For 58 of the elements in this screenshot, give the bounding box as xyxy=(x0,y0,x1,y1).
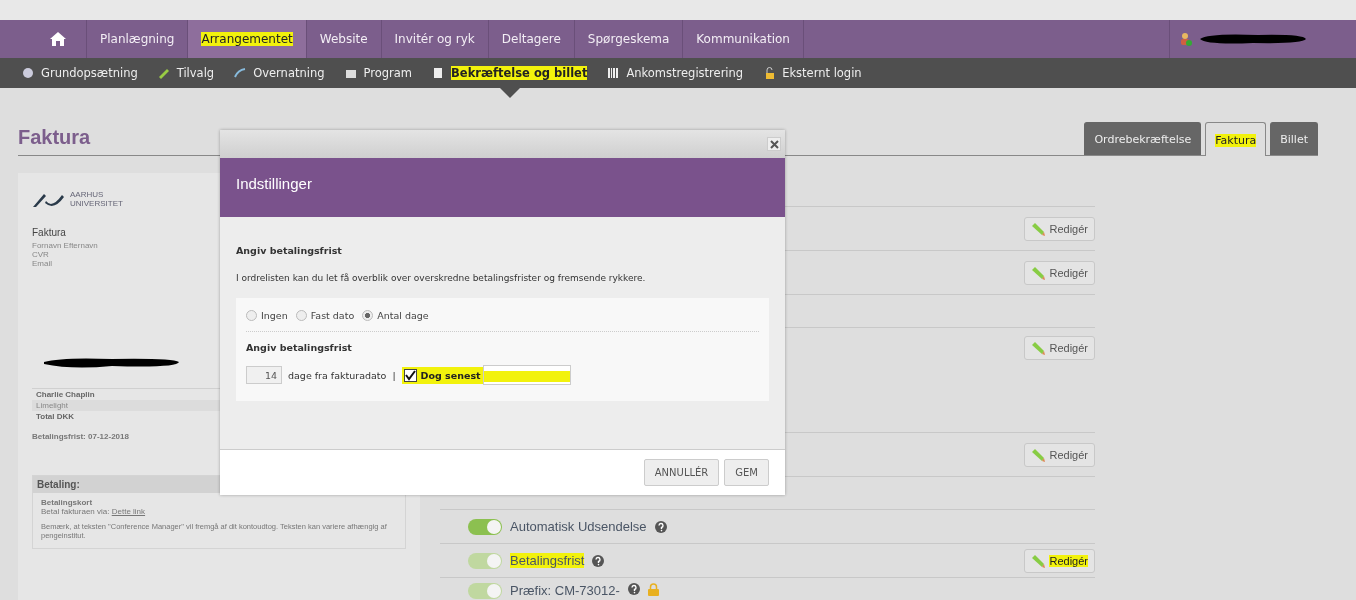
logo-text: AARHUS UNIVERSITET xyxy=(70,191,123,209)
save-button[interactable]: GEM xyxy=(724,459,769,486)
sub-nav-tab[interactable]: Tilvalg xyxy=(157,58,215,88)
edit-button[interactable]: Redigér xyxy=(1024,336,1095,360)
invoice-line: Charlie Chaplin xyxy=(35,389,96,401)
days-field[interactable]: 14 xyxy=(246,366,282,384)
pencil-icon xyxy=(1031,221,1046,236)
section-title: Angiv betalingsfrist xyxy=(236,245,342,256)
pencil-icon xyxy=(157,67,170,79)
payment-method: Betalingskort xyxy=(41,498,93,508)
radio-option[interactable]: Fast dato xyxy=(295,310,355,321)
radio-option[interactable]: Antal dage xyxy=(362,310,429,321)
pencil-icon xyxy=(1031,553,1046,568)
page-title: Faktura xyxy=(18,126,91,149)
customer-field: CVR xyxy=(32,249,49,259)
document-icon xyxy=(432,67,445,79)
latest-checkbox[interactable]: Dog senest xyxy=(401,366,483,384)
toggle-switch[interactable] xyxy=(468,518,502,535)
sub-nav-tab[interactable]: Program xyxy=(344,58,413,88)
tab[interactable]: Billet xyxy=(1270,122,1318,155)
padlock-icon xyxy=(763,67,776,79)
separator-text: | xyxy=(392,369,396,381)
pencil-icon xyxy=(1031,265,1046,280)
customer-field: Fornavn Efternavn xyxy=(32,240,98,250)
setting-label: Automatisk Udsendelse xyxy=(510,519,647,534)
close-button[interactable] xyxy=(767,137,781,151)
edit-button[interactable]: Redigér xyxy=(1024,442,1095,467)
edit-button[interactable]: Redigér xyxy=(1024,216,1095,241)
section-description: I ordrelisten kan du let få overblik over overskredne betalingsfrister og fremsende rykkere. xyxy=(236,273,647,283)
user-add-icon[interactable] xyxy=(1180,32,1192,46)
radio-option[interactable]: Ingen xyxy=(246,310,288,321)
nav-tab[interactable]: Arrangementet xyxy=(188,20,307,58)
payment-link[interactable]: Dette link xyxy=(111,507,146,517)
setting-label: Præfix: CM-73012- xyxy=(510,583,620,598)
invoice-line: Total DKK xyxy=(35,411,76,423)
pencil-icon xyxy=(1031,341,1046,355)
checkmark-icon xyxy=(404,369,416,381)
help-icon[interactable] xyxy=(654,520,667,533)
tab[interactable]: Ordrebekræftelse xyxy=(1084,122,1202,155)
subsection-title: Angiv betalingsfrist xyxy=(246,342,352,353)
logo-icon xyxy=(32,191,66,208)
due-date: Betalingsfrist: 07-12-2018 xyxy=(32,432,129,442)
days-text: dage fra fakturadato xyxy=(288,369,387,381)
cancel-button[interactable]: ANNULLÉR xyxy=(643,459,720,486)
barcode-icon xyxy=(607,67,620,79)
sub-nav-tab[interactable]: Grundopsætning xyxy=(22,58,138,88)
dialog-title: Indstillinger xyxy=(236,175,312,192)
home-icon xyxy=(50,32,66,46)
sub-nav-tab[interactable]: Overnatning xyxy=(234,58,325,88)
sub-nav-tab[interactable]: Ankomstregistrering xyxy=(607,58,744,88)
customer-field: Email xyxy=(32,258,52,269)
date-field[interactable] xyxy=(482,365,571,385)
tab[interactable]: Faktura xyxy=(1205,122,1267,156)
edit-button[interactable]: Redigér xyxy=(1024,260,1095,285)
invoice-title: Faktura xyxy=(32,226,66,238)
sub-nav-tab[interactable]: Eksternt login xyxy=(763,58,862,88)
payment-text: Betal fakturaen via: xyxy=(41,507,110,517)
pencil-icon xyxy=(1031,447,1046,462)
